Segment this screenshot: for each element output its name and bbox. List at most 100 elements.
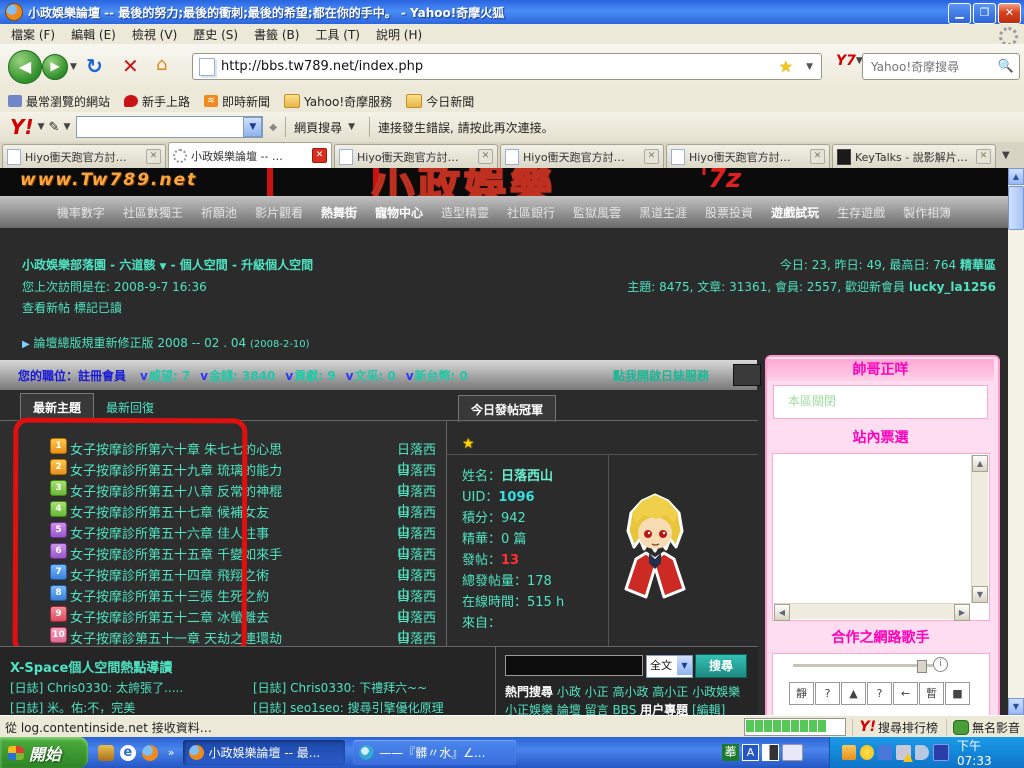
scroll-down-icon[interactable]: ▼ [972, 586, 988, 603]
yahoo-rank-button[interactable]: Y! 搜尋排行榜 [852, 719, 938, 736]
display-tray-icon[interactable] [933, 744, 949, 761]
player-mute-button[interactable]: 靜 [789, 682, 814, 705]
diary-badge-image[interactable] [733, 364, 761, 386]
player-seek-slider[interactable] [793, 664, 933, 667]
forum-search-button[interactable]: 搜尋 [695, 654, 747, 678]
champion-name[interactable]: 日落西山 [501, 469, 553, 484]
tab-keytalks[interactable]: KeyTalks - 說影解片… ✕ [832, 144, 996, 168]
xspace-entry-link[interactable]: [日誌] Chris0330: 太誇張了..... [10, 679, 183, 696]
nav-item[interactable]: 寵物中心 [375, 204, 423, 221]
ime-shape-icon[interactable] [762, 744, 779, 761]
tab-close-icon[interactable]: ✕ [312, 148, 327, 163]
yahoo-search-box[interactable]: 🔍 [862, 53, 1020, 80]
diary-service-link[interactable]: 點我開啟日誌服務 [613, 367, 709, 384]
minimize-button[interactable]: ▁ [948, 3, 971, 24]
nav-item[interactable]: 製作相簿 [903, 204, 951, 221]
menu-edit[interactable]: 編輯 (E) [64, 24, 123, 45]
menu-view[interactable]: 檢視 (V) [125, 24, 184, 45]
nav-item[interactable]: 祈願池 [201, 204, 237, 221]
url-dropdown-icon[interactable]: ▼ [806, 62, 813, 72]
nav-item[interactable]: 黑道生涯 [639, 204, 687, 221]
select-dropdown-icon[interactable]: ▼ [677, 656, 692, 675]
nav-item[interactable]: 社區銀行 [507, 204, 555, 221]
quick-launch-icon[interactable] [98, 745, 114, 761]
reload-button[interactable]: ↻ [86, 54, 103, 78]
hot-search-links2[interactable]: 小正娛樂 論壇 留言 BBS [505, 703, 636, 715]
digest-link[interactable]: 精華區 [960, 258, 996, 272]
pencil-icon[interactable]: ✎ [49, 120, 60, 135]
yahoo-logo-dropdown-icon[interactable]: ▼ [38, 122, 45, 132]
bookmark-getting-started[interactable]: 新手上路 [124, 93, 190, 110]
firefox-icon[interactable] [142, 745, 158, 761]
horizontal-scrollbar[interactable]: ◀ ▶ [774, 603, 970, 619]
task-button-messenger[interactable]: ——『髒〃水』∠... [353, 740, 516, 765]
tab-hiyo-1[interactable]: Hiyo衝天跑官方討… ✕ [2, 144, 166, 168]
menu-bookmarks[interactable]: 書籤 (B) [247, 24, 306, 45]
breadcrumb-root[interactable]: 小政娛樂部落園 - 六道骸 [22, 258, 155, 272]
tab-latest-replies[interactable]: 最新回復 [94, 394, 166, 420]
bookmark-yahoo-services[interactable]: Yahoo!奇摩服務 [284, 93, 392, 110]
player-button[interactable]: ? [815, 682, 840, 705]
tab-forum-active[interactable]: 小政娛樂論壇 -- … ✕ [168, 142, 332, 168]
scroll-down-icon[interactable]: ▼ [1008, 698, 1024, 715]
task-button-forum[interactable]: 小政娛樂論壇 -- 最... [183, 740, 346, 765]
nav-item[interactable]: 監獄風雲 [573, 204, 621, 221]
security-warning-icon[interactable] [896, 745, 910, 760]
yahoo-toolbar-logo[interactable]: Y! [10, 115, 34, 139]
tab-hiyo-3[interactable]: Hiyo衝天跑官方討… ✕ [500, 144, 664, 168]
player-back-button[interactable]: ← [893, 682, 918, 705]
nav-item[interactable]: 造型精靈 [441, 204, 489, 221]
menu-file[interactable]: 檔案 (F) [4, 24, 62, 45]
stop-button[interactable]: ✕ [122, 54, 139, 78]
url-text[interactable]: http://bbs.tw789.net/index.php [221, 59, 423, 74]
yahoo-search-input[interactable] [869, 59, 993, 75]
tab-today-champion[interactable]: 今日發帖冠軍 [458, 395, 556, 422]
nav-item[interactable]: 股票投資 [705, 204, 753, 221]
slider-handle[interactable] [917, 660, 927, 673]
volume-icon[interactable] [915, 745, 929, 760]
tab-hiyo-4[interactable]: Hiyo衝天跑官方討… ✕ [666, 144, 830, 168]
combo-dropdown-icon[interactable]: ▼ [243, 117, 262, 137]
info-icon[interactable]: i [933, 657, 948, 672]
keyboard-icon[interactable] [782, 744, 803, 761]
menu-history[interactable]: 歷史 (S) [186, 24, 245, 45]
yahoo-toolbar-search-input[interactable]: ▼ [76, 116, 263, 138]
tab-close-icon[interactable]: ✕ [478, 149, 493, 164]
tab-hiyo-2[interactable]: Hiyo衝天跑官方討… ✕ [334, 144, 498, 168]
internet-explorer-icon[interactable]: e [120, 745, 136, 761]
tab-latest-topics[interactable]: 最新主題 [20, 393, 94, 420]
announcement-link[interactable]: 論壇總版規重新修正版 2008 -- 02 . 04 [34, 336, 247, 350]
chevron-down-icon[interactable]: ▼ [160, 262, 167, 272]
hot-search-links[interactable]: 小政 小正 高小政 高小正 小政娛樂 [557, 685, 740, 699]
restore-button[interactable]: ❐ [973, 3, 996, 24]
xspace-entry-link[interactable]: [日誌] Chris0330: 下禮拜六~~ [253, 679, 427, 696]
view-new-posts-link[interactable]: 查看新帖 [22, 301, 70, 315]
wretch-video-button[interactable]: 無名影音 [946, 719, 1020, 736]
forward-button[interactable]: ▶ [42, 54, 68, 80]
tab-close-icon[interactable]: ✕ [810, 149, 825, 164]
tab-list-dropdown-icon[interactable]: ▼ [1002, 150, 1010, 161]
player-button[interactable]: ▲ [841, 682, 866, 705]
ime-halfwidth-icon[interactable]: A [742, 744, 759, 761]
scrollbar-thumb[interactable] [1008, 186, 1024, 230]
menu-help[interactable]: 說明 (H) [369, 24, 429, 45]
web-search-button[interactable]: 網頁搜尋 [294, 119, 342, 136]
tab-close-icon[interactable]: ✕ [644, 149, 659, 164]
xspace-entry-link[interactable]: [日誌] 米。佑:不，完美 [10, 699, 135, 715]
quick-launch-expand-icon[interactable]: » [168, 746, 175, 759]
ime-mode-icon[interactable]: 菶 [722, 744, 739, 761]
close-button[interactable]: ✕ [998, 3, 1021, 24]
start-button[interactable]: 開始 [0, 737, 88, 768]
pencil-dropdown-icon[interactable]: ▼ [63, 122, 70, 132]
tab-close-icon[interactable]: ✕ [976, 149, 991, 164]
history-dropdown-icon[interactable]: ▼ [70, 62, 77, 72]
yahoo-logo-small[interactable]: Y7 ▼ [836, 53, 863, 69]
mail-tray-icon[interactable] [842, 745, 856, 760]
taskbar-clock[interactable]: 下午 07:33 [957, 737, 1016, 768]
connection-error-message[interactable]: 連接發生錯誤, 請按此再次連接。 [378, 119, 554, 136]
home-button[interactable]: ⌂ [156, 54, 167, 75]
vertical-scrollbar[interactable]: ▲ ▼ [971, 455, 988, 603]
mark-read-link[interactable]: 標記已讀 [74, 301, 122, 315]
new-member-link[interactable]: lucky_la1256 [909, 280, 996, 294]
announcement-row[interactable]: ▶ 論壇總版規重新修正版 2008 -- 02 . 04 (2008-2-10) [22, 334, 310, 351]
